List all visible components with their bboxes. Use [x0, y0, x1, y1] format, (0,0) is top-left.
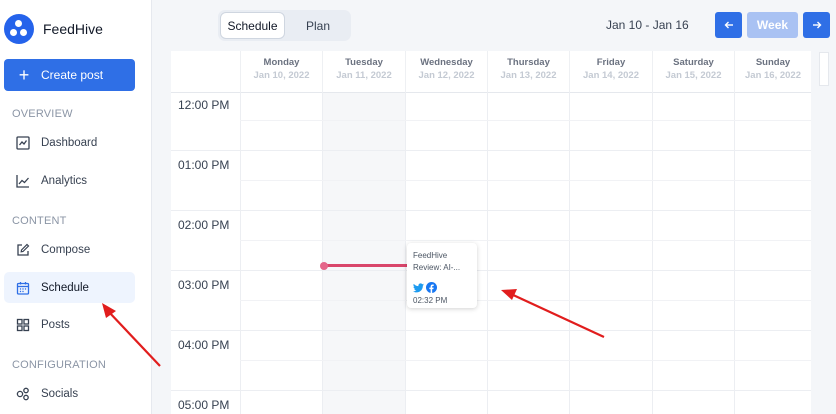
week-button[interactable]: Week	[747, 12, 798, 38]
arrow-right-icon	[812, 21, 821, 29]
hour-divider	[171, 150, 811, 151]
current-time-line	[324, 264, 407, 267]
view-toggle: Schedule Plan	[218, 10, 351, 41]
column-divider	[569, 92, 570, 414]
hour-divider	[171, 210, 811, 211]
post-time: 02:32 PM	[413, 296, 448, 305]
sidebar-item-label: Compose	[41, 244, 91, 256]
half-hour-divider	[240, 120, 811, 121]
twitter-icon	[413, 282, 424, 292]
hour-divider	[171, 330, 811, 331]
sidebar-item-compose[interactable]: Compose	[4, 235, 135, 265]
scrollbar-thumb[interactable]	[819, 52, 829, 86]
day-name: Wednesday	[420, 57, 473, 68]
time-label: 05:00 PM	[178, 398, 230, 412]
analytics-icon	[16, 175, 29, 188]
section-configuration: CONFIGURATION	[12, 359, 107, 371]
post-networks	[413, 282, 471, 293]
time-label: 01:00 PM	[178, 158, 230, 172]
column-divider	[405, 92, 406, 414]
time-label: 02:00 PM	[178, 218, 230, 232]
column-divider	[322, 92, 323, 414]
day-date: Jan 16, 2022	[745, 70, 801, 81]
header-divider	[171, 92, 811, 93]
sidebar-item-label: Analytics	[41, 175, 88, 187]
scrollbar-track[interactable]	[811, 51, 836, 414]
column-divider	[652, 92, 653, 414]
create-post-label: Create post	[41, 68, 104, 82]
section-content: CONTENT	[12, 215, 67, 227]
day-date: Jan 11, 2022	[336, 70, 392, 81]
sidebar-item-dashboard[interactable]: Dashboard	[4, 128, 135, 158]
column-divider	[240, 92, 241, 414]
past-day-column	[322, 92, 405, 414]
view-option-schedule[interactable]: Schedule	[220, 12, 285, 39]
half-hour-divider	[240, 360, 811, 361]
scheduled-post-card[interactable]: FeedHive Review: AI-... 02:32 PM	[407, 243, 477, 308]
day-date: Jan 15, 2022	[665, 70, 722, 81]
sidebar-item-analytics[interactable]: Analytics	[4, 166, 135, 196]
day-header-wednesday: Wednesday Jan 12, 2022	[405, 51, 487, 92]
day-name: Thursday	[507, 57, 550, 68]
day-header-sunday: Sunday Jan 16, 2022	[734, 51, 811, 92]
sidebar-item-label: Schedule	[41, 281, 89, 294]
sidebar-item-socials[interactable]: Socials	[4, 379, 135, 409]
next-week-button[interactable]	[803, 12, 830, 38]
time-label: 12:00 PM	[178, 98, 230, 112]
day-header-tuesday: Tuesday Jan 11, 2022	[322, 51, 405, 92]
previous-week-button[interactable]	[715, 12, 742, 38]
day-date: Jan 10, 2022	[253, 70, 310, 81]
facebook-icon	[426, 282, 437, 293]
day-header-thursday: Thursday Jan 13, 2022	[487, 51, 569, 92]
post-title-line: FeedHive	[413, 251, 448, 260]
create-post-button[interactable]: + Create post	[4, 59, 135, 91]
day-date: Jan 12, 2022	[418, 70, 475, 81]
day-header-monday: Monday Jan 10, 2022	[240, 51, 322, 92]
half-hour-divider	[240, 180, 811, 181]
sidebar-item-label: Posts	[41, 319, 70, 331]
view-option-plan[interactable]: Plan	[288, 12, 348, 39]
sidebar-item-schedule[interactable]: Schedule	[4, 272, 135, 303]
day-name: Sunday	[755, 57, 791, 68]
day-date: Jan 13, 2022	[500, 70, 557, 81]
brand-name: FeedHive	[43, 21, 103, 37]
week-calendar: Monday Jan 10, 2022 Tuesday Jan 11, 2022…	[171, 51, 811, 414]
sidebar-item-label: Socials	[41, 388, 79, 400]
compose-icon	[17, 243, 30, 256]
post-title-line: Review: AI-...	[413, 263, 461, 272]
day-name: Saturday	[673, 57, 714, 68]
day-header-friday: Friday Jan 14, 2022	[569, 51, 652, 92]
day-date: Jan 14, 2022	[583, 70, 639, 81]
day-name: Monday	[263, 57, 300, 68]
day-header-saturday: Saturday Jan 15, 2022	[652, 51, 734, 92]
half-hour-divider	[240, 240, 811, 241]
column-divider	[734, 92, 735, 414]
calendar-icon	[16, 281, 30, 295]
sidebar: FeedHive + Create post OVERVIEW Dashboar…	[0, 0, 152, 414]
column-divider	[487, 92, 488, 414]
section-overview: OVERVIEW	[12, 108, 73, 120]
current-time-dot	[320, 262, 328, 270]
day-name: Tuesday	[345, 57, 383, 68]
brand[interactable]: FeedHive	[4, 12, 103, 46]
main-area: Schedule Plan Jan 10 - Jan 16 Week Monda…	[152, 0, 836, 414]
time-label: 03:00 PM	[178, 278, 230, 292]
sidebar-item-label: Dashboard	[41, 137, 98, 149]
hour-divider	[171, 390, 811, 391]
feedhive-logo-icon	[4, 14, 34, 44]
half-hour-divider	[240, 300, 811, 301]
time-label: 04:00 PM	[178, 338, 230, 352]
hour-divider	[171, 270, 811, 271]
dashboard-icon	[16, 136, 30, 150]
day-name: Friday	[596, 57, 626, 68]
sidebar-item-posts[interactable]: Posts	[4, 310, 135, 340]
grid-icon	[16, 318, 30, 332]
app: FeedHive + Create post OVERVIEW Dashboar…	[0, 0, 836, 414]
arrow-left-icon	[724, 21, 733, 29]
date-range: Jan 10 - Jan 16	[606, 18, 689, 32]
plus-icon: +	[18, 65, 30, 85]
socials-icon	[16, 387, 29, 401]
